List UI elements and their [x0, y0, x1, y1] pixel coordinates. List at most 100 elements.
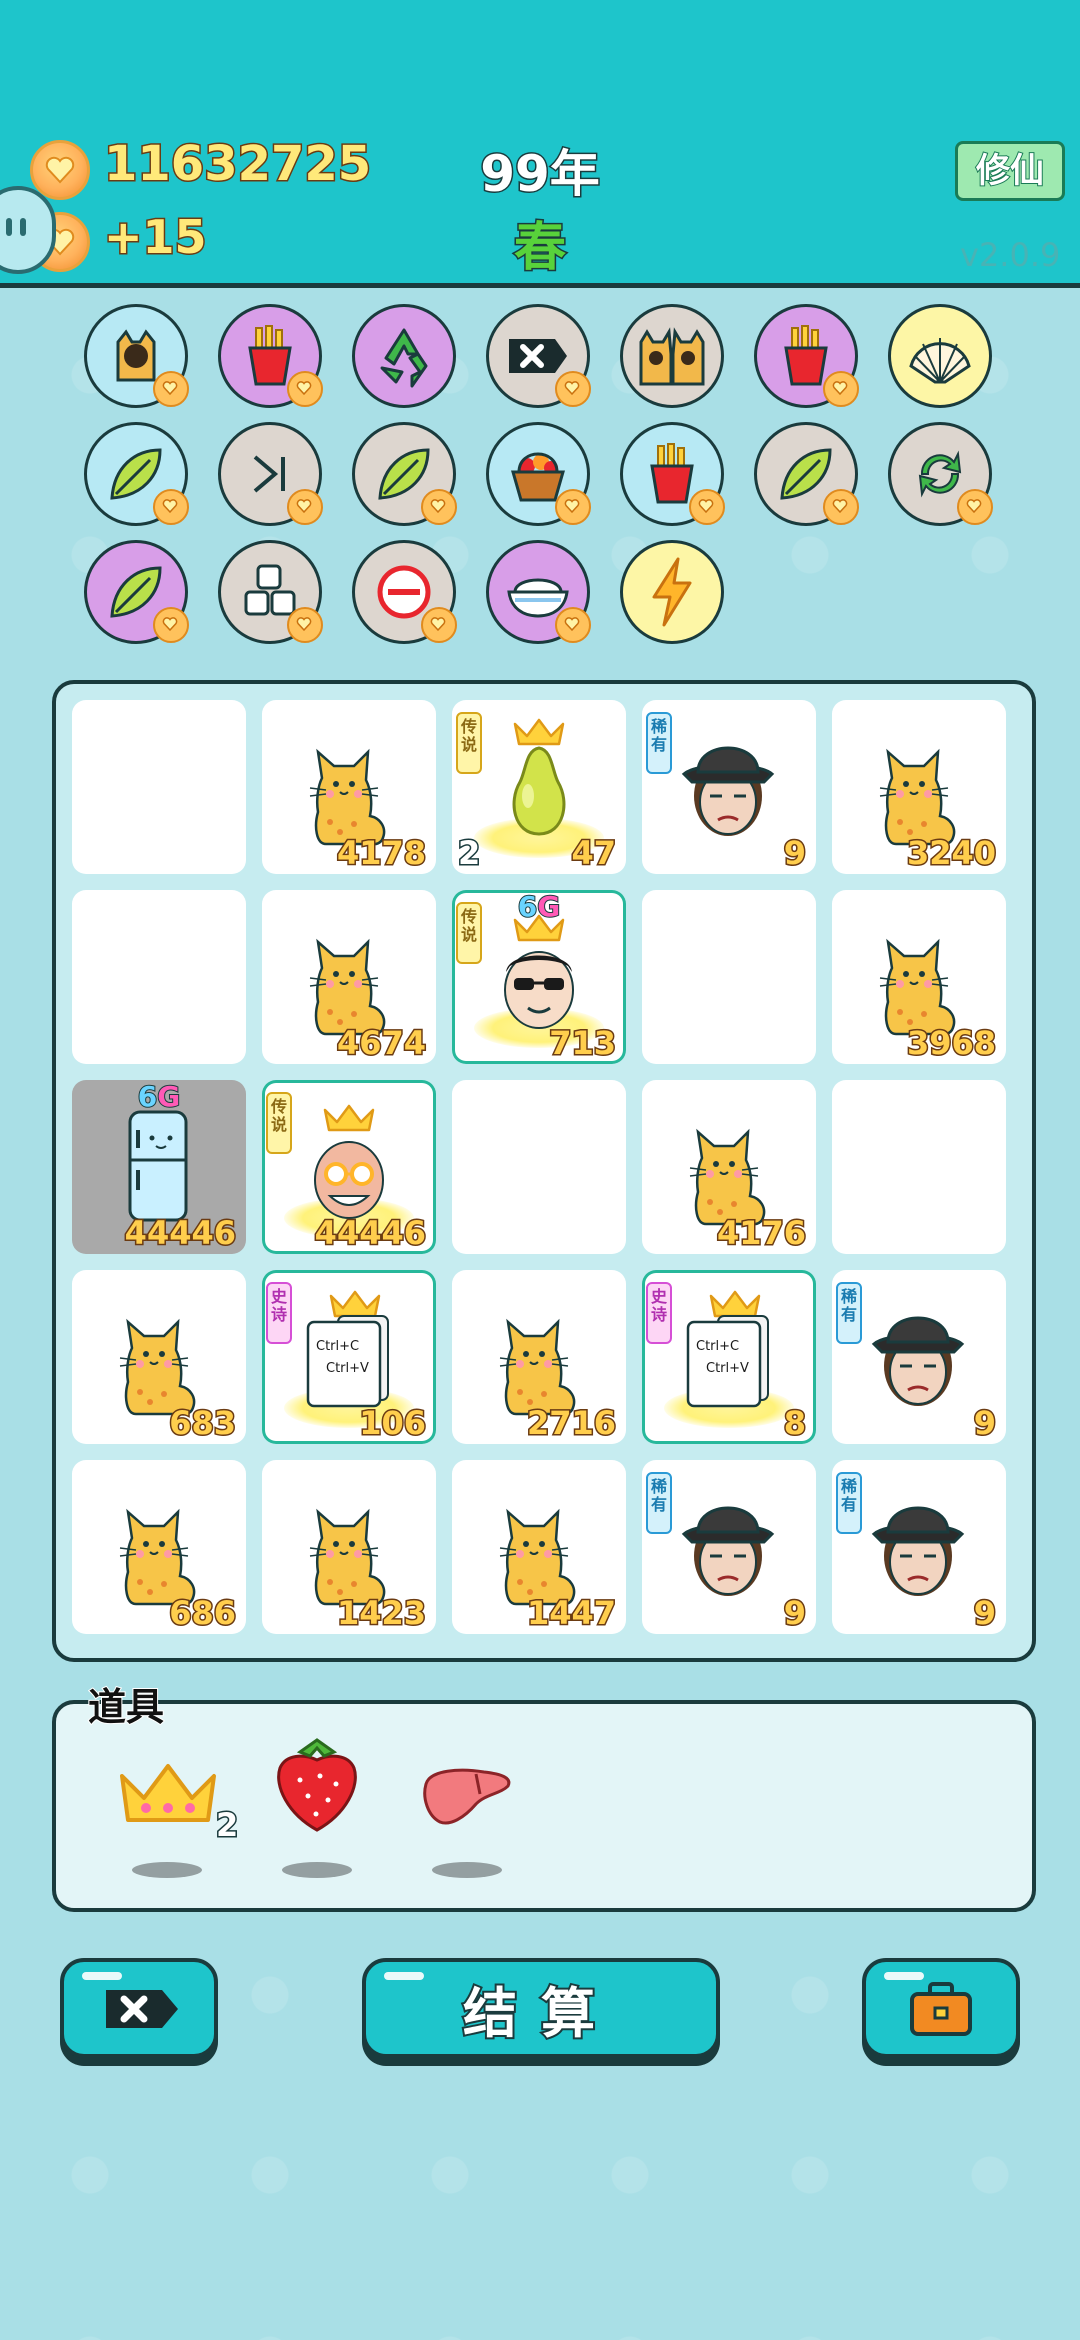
6g-g: G: [156, 1080, 181, 1114]
shell-icon: [891, 307, 989, 405]
skill-cat-pair-button[interactable]: [620, 304, 724, 408]
item-value: 2716: [525, 1403, 617, 1444]
board-slot-hat-man[interactable]: 稀有 9: [642, 1460, 816, 1634]
6g-g: G: [536, 890, 561, 924]
skill-fries-button[interactable]: [218, 304, 323, 408]
skill-leaf-button[interactable]: [84, 540, 189, 644]
board-slot-hat-man[interactable]: 稀有 9: [832, 1270, 1006, 1444]
board-slot-cat[interactable]: 1447: [452, 1460, 626, 1634]
skill-rice-bowl-button[interactable]: [486, 540, 591, 644]
item-value: 9: [782, 833, 807, 874]
crown-count: 2: [214, 1805, 239, 1846]
skill-fries-button[interactable]: [620, 422, 725, 526]
item-value: 9: [972, 1593, 997, 1634]
season-label: 春: [512, 217, 567, 280]
xiuxian-button[interactable]: 修仙: [955, 141, 1065, 201]
heart-badge-icon: [555, 371, 591, 407]
heart-badge-icon: [153, 489, 189, 525]
6g-badge: 6G: [72, 1080, 246, 1114]
skill-delete-tag-button[interactable]: [486, 304, 591, 408]
skill-lightning-button[interactable]: [620, 540, 724, 644]
button-shine: [884, 1972, 924, 1980]
strawberry-prop[interactable]: [270, 1734, 364, 1834]
board-slot-ctrlcv[interactable]: Ctrl+C Ctrl+V 史诗 8: [642, 1270, 816, 1444]
item-value: 713: [548, 1023, 618, 1064]
liver-prop[interactable]: [420, 1764, 516, 1830]
props-title: 道具: [87, 1684, 165, 1730]
item-value: 8: [782, 1403, 807, 1444]
item-value: 3240: [905, 833, 997, 874]
remove-button[interactable]: [60, 1958, 218, 2058]
board-slot-cat[interactable]: 3968: [832, 890, 1006, 1064]
crown-prop[interactable]: 2: [116, 1758, 240, 1846]
rarity-tag: 史诗: [266, 1282, 292, 1344]
empty-slot[interactable]: [642, 890, 816, 1064]
svg-text:Ctrl+V: Ctrl+V: [326, 1361, 369, 1376]
board-slot-cat[interactable]: 3240: [832, 700, 1006, 874]
heart-badge-icon: [555, 607, 591, 643]
hat-man-icon: [858, 1296, 978, 1420]
board-slot-hat-man[interactable]: 稀有 9: [642, 700, 816, 874]
skill-skip-button[interactable]: [218, 422, 323, 526]
board-slot-cat[interactable]: 1423: [262, 1460, 436, 1634]
bag-button[interactable]: [862, 1958, 1020, 2058]
hat-man-icon: [668, 726, 788, 850]
board-slot-cat[interactable]: 4178: [262, 700, 436, 874]
skill-shell-button[interactable]: [888, 304, 992, 408]
rarity-tag: 传说: [456, 712, 482, 774]
board-slot-hat-man[interactable]: 稀有 9: [832, 1460, 1006, 1634]
skill-fries-button[interactable]: [754, 304, 859, 408]
rarity-tag: 稀有: [836, 1282, 862, 1344]
heart-badge-icon: [287, 607, 323, 643]
item-value: 4176: [715, 1213, 807, 1254]
strawberry-icon: [277, 1738, 357, 1832]
skill-leaf-button[interactable]: [84, 422, 189, 526]
heart-badge-icon: [421, 607, 457, 643]
board-slot-cat[interactable]: 683: [72, 1270, 246, 1444]
rarity-tag: 稀有: [646, 1472, 672, 1534]
heart-badge-icon: [287, 371, 323, 407]
item-counter: 2: [456, 833, 481, 874]
golden-pear-icon: [484, 716, 594, 850]
skill-cat-frame-button[interactable]: [84, 304, 189, 408]
empty-slot[interactable]: [72, 700, 246, 874]
empty-slot[interactable]: [72, 890, 246, 1064]
crown-icon: [120, 1764, 216, 1822]
rarity-tag: 稀有: [836, 1472, 862, 1534]
delete-tag-icon: [106, 1990, 178, 2028]
board-slot-fridge[interactable]: 6G 44446: [72, 1080, 246, 1254]
skill-leaf-button[interactable]: [352, 422, 457, 526]
skill-cubes-button[interactable]: [218, 540, 323, 644]
cat-pair-icon: [623, 307, 721, 405]
settle-button[interactable]: 结算: [362, 1958, 720, 2058]
briefcase-icon: [910, 1982, 972, 2036]
empty-slot[interactable]: [832, 1080, 1006, 1254]
item-value: 1423: [335, 1593, 427, 1634]
lightning-icon: [623, 543, 721, 641]
skill-leaf-button[interactable]: [754, 422, 859, 526]
heart-badge-icon: [823, 371, 859, 407]
board-slot-cat[interactable]: 4674: [262, 890, 436, 1064]
skill-recycle-button[interactable]: [352, 304, 456, 408]
skill-refresh-button[interactable]: [888, 422, 993, 526]
skill-minus-button[interactable]: [352, 540, 457, 644]
props-panel: 2: [52, 1700, 1036, 1912]
board-slot-cat[interactable]: 686: [72, 1460, 246, 1634]
board-slot-pear[interactable]: 传说 47 2: [452, 700, 626, 874]
hat-man-icon: [668, 1486, 788, 1610]
empty-slot[interactable]: [452, 1080, 626, 1254]
board-slot-cat[interactable]: 2716: [452, 1270, 626, 1444]
6g-six: 6: [517, 890, 539, 924]
item-value: 1447: [525, 1593, 617, 1634]
skill-fruit-basket-button[interactable]: [486, 422, 591, 526]
board-slot-grandpa[interactable]: 传说 44446: [262, 1080, 436, 1254]
item-value: 9: [782, 1593, 807, 1634]
crown-shadow: [132, 1862, 202, 1878]
board-slot-sunglasses-man[interactable]: 传说 6G 713: [452, 890, 626, 1064]
board-slot-ctrlcv[interactable]: Ctrl+C Ctrl+V 史诗 106: [262, 1270, 436, 1444]
6g-six: 6: [137, 1080, 159, 1114]
item-value: 106: [358, 1403, 428, 1444]
item-value: 4178: [335, 833, 427, 874]
board-slot-cat[interactable]: 4176: [642, 1080, 816, 1254]
settle-label: 结算: [461, 1980, 619, 2047]
